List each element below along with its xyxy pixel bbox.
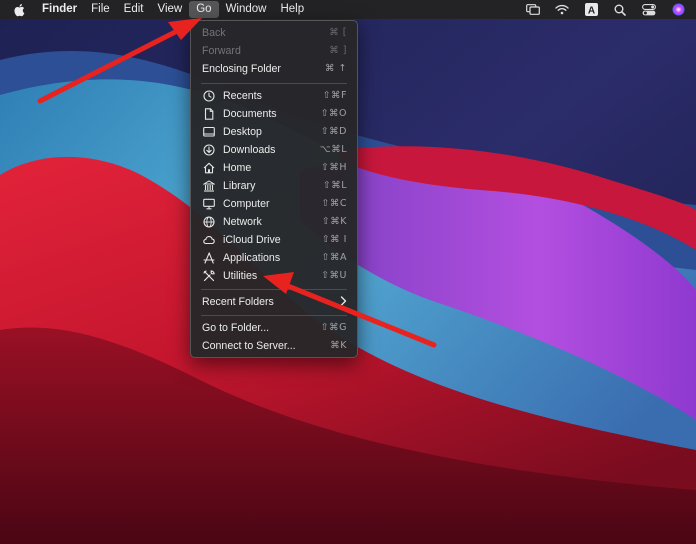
menu-item-shortcut: ⇧⌘L (322, 180, 347, 191)
menu-go[interactable]: Go (189, 1, 219, 18)
house-icon (202, 161, 215, 174)
menu-item-label: Network (223, 215, 262, 228)
monitor-icon (202, 197, 215, 210)
menu-item-shortcut: ⌘ ↑ (325, 63, 347, 74)
menu-item-label: Recent Folders (202, 295, 274, 308)
menu-item-documents[interactable]: Documents ⇧⌘O (191, 105, 357, 122)
apple-menu-icon[interactable] (11, 0, 27, 19)
menu-item-shortcut: ⇧⌘H (320, 162, 347, 173)
menu-item-utilities[interactable]: Utilities ⇧⌘U (191, 267, 357, 284)
menu-item-label: Go to Folder... (202, 321, 270, 334)
menu-item-label: Back (202, 26, 226, 39)
input-source-icon[interactable]: A (583, 3, 599, 17)
menu-item-shortcut: ⇧⌘F (322, 90, 347, 101)
search-icon[interactable] (612, 3, 628, 17)
menu-item-label: Documents (223, 107, 277, 120)
menu-separator (201, 83, 347, 84)
wifi-icon[interactable] (554, 3, 570, 17)
menu-item-computer[interactable]: Computer ⇧⌘C (191, 195, 357, 212)
menu-view[interactable]: View (151, 0, 190, 19)
menu-item-recent-folders[interactable]: Recent Folders (191, 293, 357, 310)
menu-item-shortcut: ⌥⌘L (319, 144, 347, 155)
menu-item-label: Recents (223, 89, 262, 102)
menu-item-connect-to-server[interactable]: Connect to Server... ⌘K (191, 337, 357, 354)
control-center-icon[interactable] (641, 3, 657, 17)
menu-item-desktop[interactable]: Desktop ⇧⌘D (191, 123, 357, 140)
menu-item-label: Desktop (223, 125, 262, 138)
menu-item-shortcut: ⇧⌘U (321, 270, 347, 281)
menu-item-icloud-drive[interactable]: iCloud Drive ⇧⌘ I (191, 231, 357, 248)
desktop-icon (202, 125, 215, 138)
menu-item-label: Computer (223, 197, 270, 210)
menu-item-label: Forward (202, 44, 241, 57)
chevron-right-icon (340, 295, 347, 310)
menu-separator (201, 315, 347, 316)
menu-item-shortcut: ⇧⌘G (320, 322, 347, 333)
menu-item-label: Applications (223, 251, 281, 264)
menu-item-label: Enclosing Folder (202, 62, 281, 75)
menu-item-label: Utilities (223, 269, 258, 282)
menu-item-shortcut: ⇧⌘O (320, 108, 347, 119)
menu-item-label: Downloads (223, 143, 276, 156)
applications-icon (202, 251, 215, 264)
menu-edit[interactable]: Edit (117, 0, 151, 19)
menu-item-network[interactable]: Network ⇧⌘K (191, 213, 357, 230)
menu-window[interactable]: Window (219, 0, 274, 19)
globe-icon (202, 215, 215, 228)
library-icon (202, 179, 215, 192)
menu-item-shortcut: ⇧⌘D (320, 126, 347, 137)
menu-item-applications[interactable]: Applications ⇧⌘A (191, 249, 357, 266)
document-icon (202, 107, 215, 120)
menu-item-label: Connect to Server... (202, 339, 296, 352)
download-icon (202, 143, 215, 156)
menu-help[interactable]: Help (273, 0, 311, 19)
menu-item-back[interactable]: Back ⌘ [ (191, 24, 357, 41)
menu-bar: Finder File Edit View Go Window Help A (0, 0, 696, 19)
menu-item-shortcut: ⇧⌘ I (321, 234, 347, 245)
menu-item-label: Library (223, 179, 256, 192)
menu-item-home[interactable]: Home ⇧⌘H (191, 159, 357, 176)
menu-item-shortcut: ⌘ [ (329, 27, 347, 38)
menu-item-shortcut: ⇧⌘K (321, 216, 347, 227)
menu-item-library[interactable]: Library ⇧⌘L (191, 177, 357, 194)
status-area: A (512, 0, 696, 19)
menu-item-label: Home (223, 161, 252, 174)
menu-app-name[interactable]: Finder (35, 0, 84, 19)
menu-item-go-to-folder[interactable]: Go to Folder... ⇧⌘G (191, 319, 357, 336)
go-menu-dropdown: Back ⌘ [ Forward ⌘ ] Enclosing Folder ⌘ … (190, 20, 358, 358)
utilities-icon (202, 269, 215, 282)
siri-icon[interactable] (670, 3, 686, 17)
menu-item-shortcut: ⇧⌘C (321, 198, 347, 209)
cloud-icon (202, 233, 215, 246)
menu-item-recents[interactable]: Recents ⇧⌘F (191, 87, 357, 104)
menu-item-downloads[interactable]: Downloads ⌥⌘L (191, 141, 357, 158)
menu-item-shortcut: ⌘K (330, 340, 347, 351)
menu-item-shortcut: ⇧⌘A (321, 252, 347, 263)
clock-icon (202, 89, 215, 102)
menu-file[interactable]: File (84, 0, 117, 19)
menu-item-forward[interactable]: Forward ⌘ ] (191, 42, 357, 59)
menu-item-label: iCloud Drive (223, 233, 281, 246)
svg-text:A: A (587, 5, 594, 16)
menu-item-enclosing-folder[interactable]: Enclosing Folder ⌘ ↑ (191, 60, 357, 77)
menu-item-shortcut: ⌘ ] (329, 45, 347, 56)
menu-separator (201, 289, 347, 290)
screen-mirroring-icon[interactable] (525, 3, 541, 17)
